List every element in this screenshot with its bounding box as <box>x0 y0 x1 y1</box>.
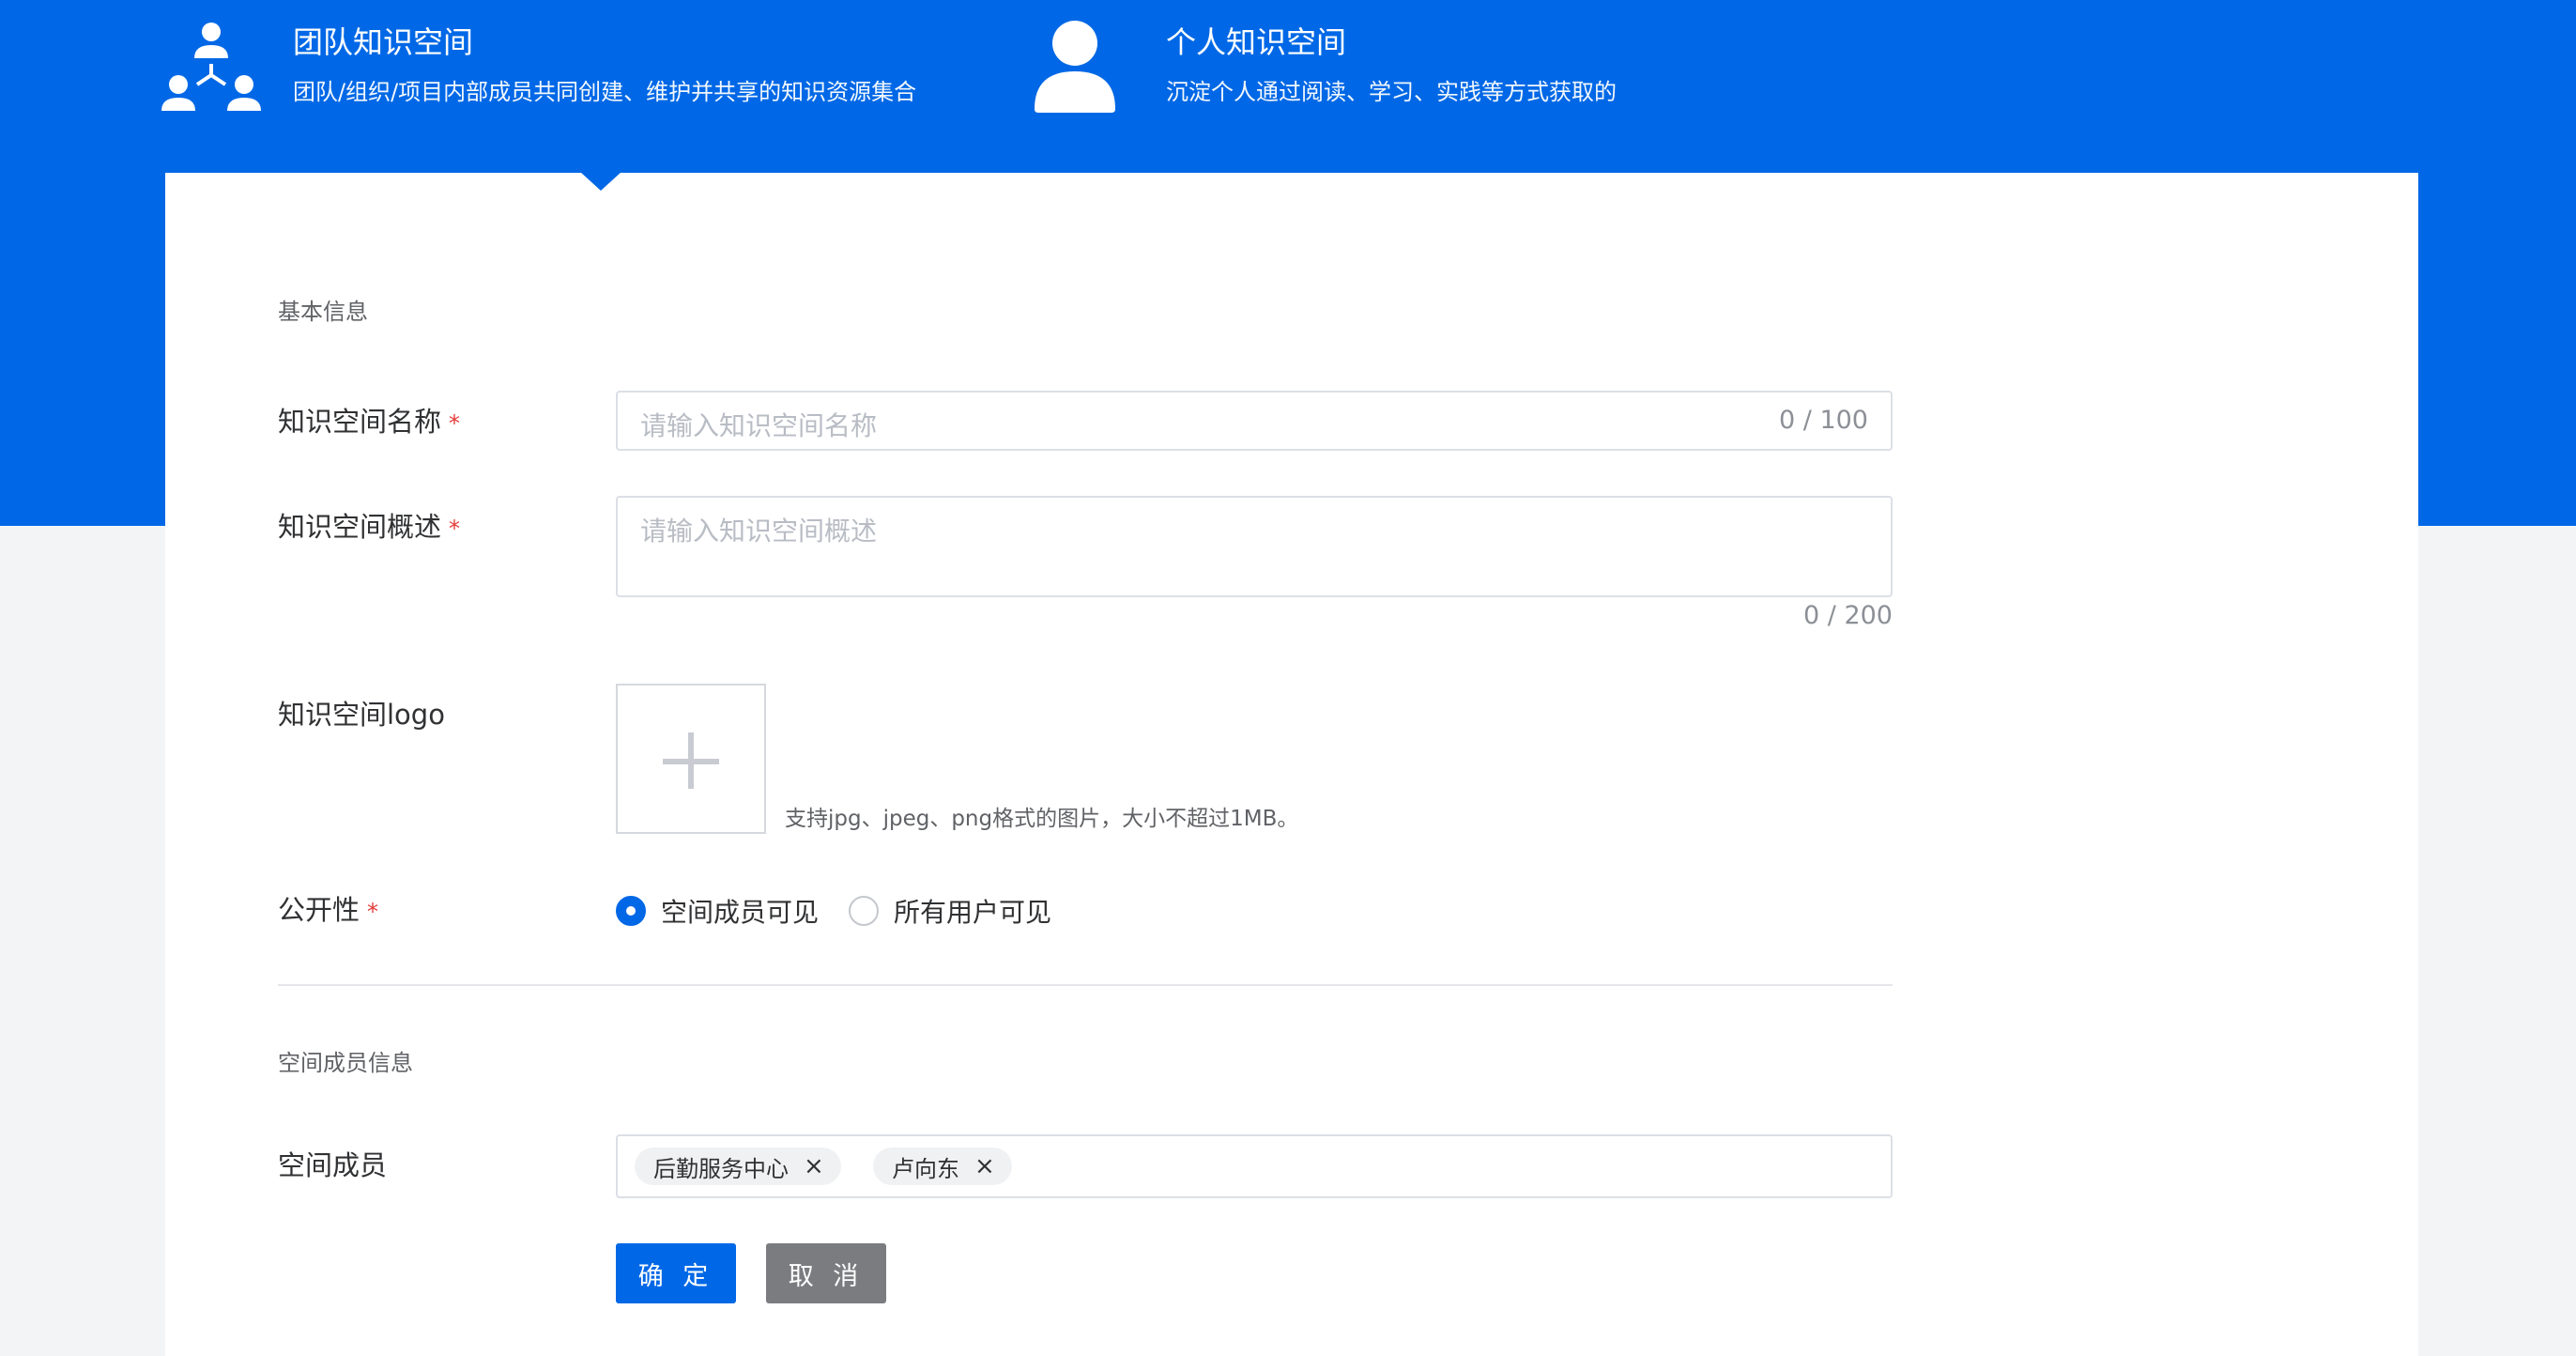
cancel-button[interactable]: 取 消 <box>766 1243 886 1303</box>
space-type-team[interactable]: 团队知识空间 团队/组织/项目内部成员共同创建、维护并共享的知识资源集合 <box>160 0 967 173</box>
space-summary-textarea[interactable]: 请输入知识空间概述 <box>616 496 1893 597</box>
visibility-members-radio[interactable]: 空间成员可见 <box>616 892 819 930</box>
create-space-form: 基本信息 知识空间名称 * 请输入知识空间名称 0 / 100 知识空间概述 * 请… <box>165 173 2418 1356</box>
radio-unchecked-icon <box>849 896 879 926</box>
space-name-input[interactable]: 请输入知识空间名称 0 / 100 <box>616 391 1893 451</box>
section-divider <box>278 984 1893 986</box>
visibility-option-label: 所有用户可见 <box>894 897 1052 928</box>
close-icon[interactable]: × <box>804 1154 824 1179</box>
personal-space-description: 沉淀个人通过阅读、学习、实践等方式获取的 <box>1166 79 1617 105</box>
team-hierarchy-icon <box>160 19 263 113</box>
space-summary-label: 知识空间概述 * <box>278 511 461 543</box>
radio-checked-icon <box>616 896 646 926</box>
member-tag-label: 后勤服务中心 <box>653 1155 789 1182</box>
required-mark: * <box>367 899 379 925</box>
space-name-placeholder: 请输入知识空间名称 <box>640 410 878 441</box>
member-tag: 后勤服务中心 × <box>635 1148 841 1185</box>
logo-upload-button[interactable] <box>616 684 766 834</box>
confirm-button[interactable]: 确 定 <box>616 1243 736 1303</box>
space-logo-label: 知识空间logo <box>278 699 445 731</box>
basic-info-section-title: 基本信息 <box>278 299 368 325</box>
team-space-title: 团队知识空间 <box>293 24 474 60</box>
members-select[interactable]: 后勤服务中心 × 卢向东 × <box>616 1134 1893 1198</box>
personal-space-title: 个人知识空间 <box>1166 24 1347 60</box>
visibility-all-users-radio[interactable]: 所有用户可见 <box>849 892 1051 930</box>
members-section-title: 空间成员信息 <box>278 1050 413 1076</box>
user-icon <box>1033 19 1117 113</box>
space-summary-placeholder: 请输入知识空间概述 <box>640 516 878 547</box>
required-mark: * <box>449 410 461 437</box>
space-summary-counter: 0 / 200 <box>1803 601 1893 630</box>
selected-type-caret <box>580 172 621 191</box>
member-tag-label: 卢向东 <box>892 1155 959 1182</box>
team-space-description: 团队/组织/项目内部成员共同创建、维护并共享的知识资源集合 <box>293 79 917 105</box>
space-name-label: 知识空间名称 * <box>278 406 461 438</box>
space-members-label: 空间成员 <box>278 1149 388 1181</box>
close-icon[interactable]: × <box>974 1154 995 1179</box>
logo-upload-hint: 支持jpg、jpeg、png格式的图片，大小不超过1MB。 <box>785 807 1299 831</box>
space-type-personal[interactable]: 个人知识空间 沉淀个人通过阅读、学习、实践等方式获取的 <box>1033 0 1840 173</box>
visibility-label: 公开性 * <box>278 894 379 926</box>
visibility-option-label: 空间成员可见 <box>661 897 820 928</box>
required-mark: * <box>449 516 461 542</box>
member-tag: 卢向东 × <box>873 1148 1012 1185</box>
space-name-counter: 0 / 100 <box>1779 406 1868 435</box>
